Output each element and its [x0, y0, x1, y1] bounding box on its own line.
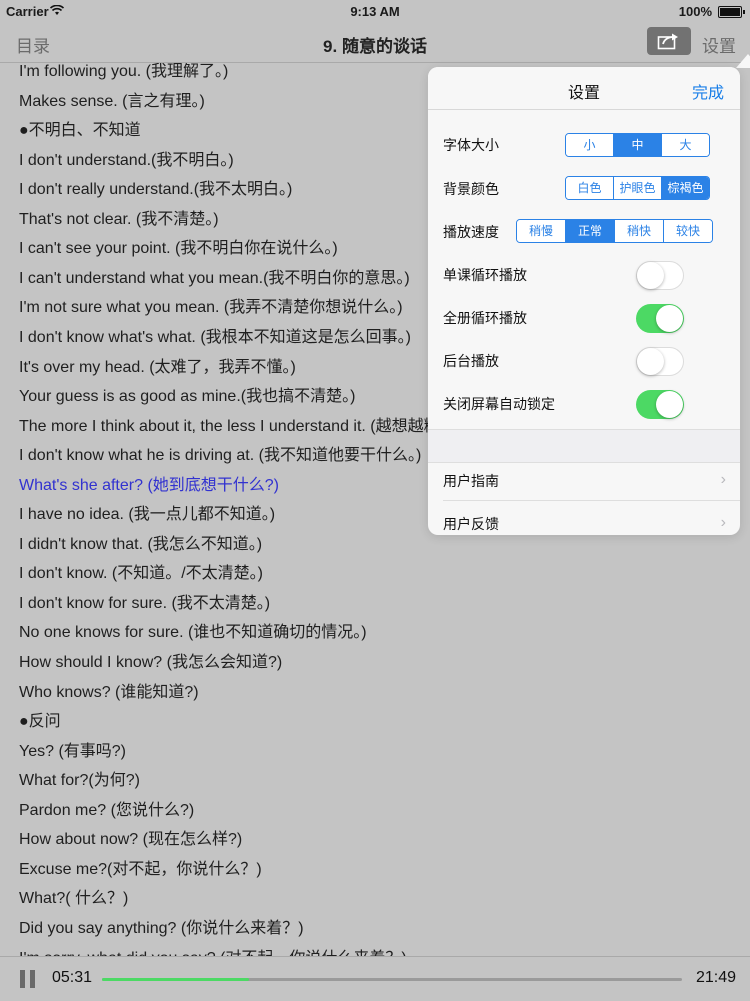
lesson-line[interactable]: It's over my head. (太难了，我弄不懂。)	[19, 353, 296, 377]
nav-bar: 目录 9. 随意的谈话 设置	[0, 22, 750, 63]
lesson-line[interactable]: Makes sense. (言之有理。)	[19, 87, 205, 111]
user-guide-label: 用户指南	[443, 473, 499, 489]
page-title: 9. 随意的谈话	[323, 37, 427, 56]
speed-option[interactable]: 正常	[566, 220, 615, 242]
lesson-line[interactable]: How about now? (现在怎么样?)	[19, 825, 242, 849]
progress-fill	[102, 978, 250, 981]
lesson-line[interactable]: ●不明白、不知道	[19, 116, 141, 140]
speed-option[interactable]: 稍快	[615, 220, 664, 242]
total-time: 21:49	[695, 969, 736, 986]
chevron-right-icon: ›	[720, 471, 726, 488]
status-bar: Carrier 9:13 AM 100%	[0, 0, 750, 22]
progress-slider[interactable]	[102, 978, 682, 981]
font-size-control: 小中大	[565, 133, 710, 157]
lesson-line[interactable]: I'm sorry, what did you say? (对不起，你说什么来着…	[19, 944, 407, 957]
battery-icon	[718, 6, 745, 18]
popover-header: 设置 完成	[428, 67, 740, 110]
lesson-line[interactable]: Who knows? (谁能知道?)	[19, 678, 199, 702]
section-divider	[428, 429, 740, 463]
settings-popover: 设置 完成 字体大小 小中大 背景颜色 白色 护眼色 棕褐色 播放速度 稍慢 正常 稍快…	[428, 67, 740, 535]
user-feedback-label: 用户反馈	[443, 516, 499, 532]
toggle-label-auto-lock: 关闭屏幕自动锁定	[443, 396, 555, 412]
lesson-line[interactable]: ●反问	[19, 707, 61, 731]
speed-option[interactable]: 较快	[664, 220, 712, 242]
lesson-line[interactable]: I can't understand what you mean.(我不明白你的…	[19, 264, 410, 288]
popover-arrow	[736, 54, 750, 68]
bg-color-option[interactable]: 白色	[566, 177, 614, 199]
background-play-toggle[interactable]	[636, 347, 684, 376]
bg-color-option[interactable]: 棕褐色	[662, 177, 709, 199]
lesson-line[interactable]: That's not clear. (我不清楚。)	[19, 205, 219, 229]
pause-icon[interactable]	[20, 970, 36, 988]
lesson-line[interactable]: I don't know what he is driving at. (我不知…	[19, 441, 421, 465]
row-divider	[443, 500, 740, 501]
font-size-option[interactable]: 中	[614, 134, 662, 156]
lesson-line-current[interactable]: What's she after? (她到底想干什么?)	[19, 471, 279, 495]
lesson-line[interactable]: Yes? (有事吗?)	[19, 737, 126, 761]
toggle-knob	[637, 262, 664, 289]
single-loop-toggle[interactable]	[636, 261, 684, 290]
book-loop-toggle[interactable]	[636, 304, 684, 333]
toggle-label-single-loop: 单课循环播放	[443, 267, 527, 283]
lesson-line[interactable]: I don't understand.(我不明白。)	[19, 146, 234, 170]
toggle-knob	[656, 305, 683, 332]
bg-color-control: 白色 护眼色 棕褐色	[565, 176, 710, 200]
toggle-label-book-loop: 全册循环播放	[443, 310, 527, 326]
auto-lock-toggle[interactable]	[636, 390, 684, 419]
user-feedback-row[interactable]: 用户反馈 ›	[428, 502, 740, 535]
speed-option[interactable]: 稍慢	[517, 220, 566, 242]
lesson-line[interactable]: I don't know. (不知道。/不太清楚。)	[19, 559, 263, 583]
lesson-line[interactable]: I'm not sure what you mean. (我弄不清楚你想说什么。…	[19, 293, 403, 317]
lesson-line[interactable]: I don't know for sure. (我不太清楚。)	[19, 589, 270, 613]
toggle-label-background-play: 后台播放	[443, 353, 499, 369]
lesson-line[interactable]: I don't really understand.(我不太明白。)	[19, 175, 292, 199]
speed-control: 稍慢 正常 稍快 较快	[516, 219, 713, 243]
lesson-line[interactable]: Your guess is as good as mine.(我也搞不清楚。)	[19, 382, 355, 406]
status-time: 9:13 AM	[350, 4, 400, 19]
toggle-knob	[637, 348, 664, 375]
lesson-line[interactable]: No one knows for sure. (谁也不知道确切的情况。)	[19, 618, 367, 642]
lesson-line[interactable]: How should I know? (我怎么会知道?)	[19, 648, 282, 672]
battery-percent: 100%	[678, 4, 712, 19]
lesson-line[interactable]: The more I think about it, the less I un…	[19, 412, 469, 436]
lesson-line[interactable]: Excuse me?(对不起，你说什么？)	[19, 855, 262, 879]
font-size-option[interactable]: 小	[566, 134, 614, 156]
lesson-line[interactable]: Pardon me? (您说什么?)	[19, 796, 194, 820]
lesson-line[interactable]: What for?(为何?)	[19, 766, 140, 790]
share-icon	[657, 33, 678, 50]
bg-color-option[interactable]: 护眼色	[614, 177, 662, 199]
lesson-line[interactable]: I don't know what's what. (我根本不知道这是怎么回事。…	[19, 323, 411, 347]
speed-label: 播放速度	[443, 224, 499, 240]
current-time: 05:31	[52, 969, 93, 986]
lesson-line[interactable]: I have no idea. (我一点儿都不知道。)	[19, 500, 275, 524]
lesson-line[interactable]: What?( 什么？)	[19, 884, 128, 908]
font-size-label: 字体大小	[443, 137, 499, 153]
lesson-line[interactable]: I can't see your point. (我不明白你在说什么。)	[19, 234, 338, 258]
lesson-line[interactable]: I'm following you. (我理解了。)	[19, 63, 228, 81]
toggle-knob	[656, 391, 683, 418]
lesson-line[interactable]: Did you say anything? (你说什么来着？)	[19, 914, 304, 938]
lesson-line[interactable]: I didn't know that. (我怎么不知道。)	[19, 530, 262, 554]
done-button[interactable]: 完成	[692, 79, 724, 103]
audio-player: 05:31 21:49	[0, 956, 750, 1001]
user-guide-row[interactable]: 用户指南 ›	[428, 459, 740, 501]
bg-color-label: 背景颜色	[443, 181, 499, 197]
share-button[interactable]	[647, 27, 691, 55]
font-size-option[interactable]: 大	[662, 134, 709, 156]
chevron-right-icon: ›	[720, 514, 726, 531]
settings-button[interactable]: 设置	[702, 32, 736, 57]
